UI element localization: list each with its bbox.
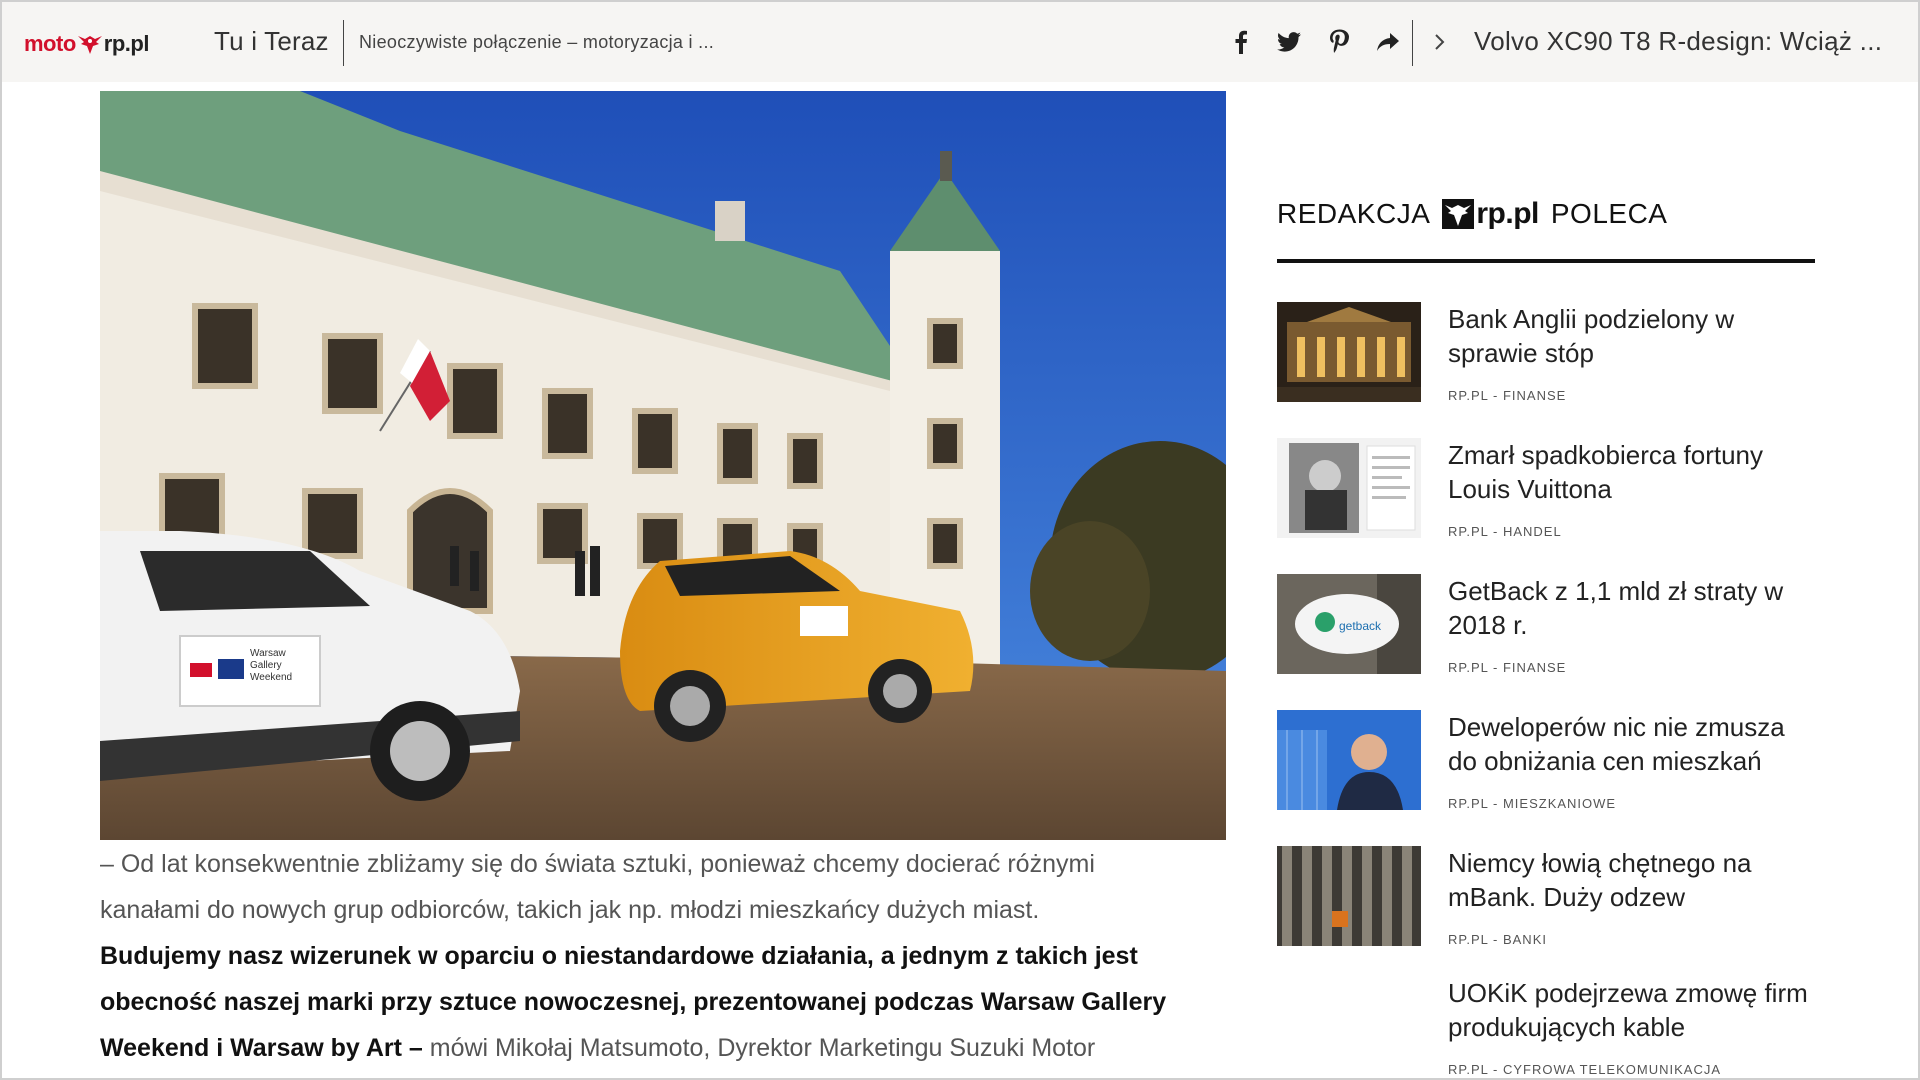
article-bold-inline: Weekend i Warsaw by Art – <box>100 1034 423 1062</box>
recommended-header: REDAKCJA rp.pl POLECA <box>1277 192 1667 236</box>
article-body: – Od lat konsekwentnie zbliżamy się do ś… <box>100 841 1240 1071</box>
logo-rp-text: rp.pl <box>103 31 150 56</box>
thumbnail-developers[interactable] <box>1277 710 1421 810</box>
twitter-icon[interactable] <box>1275 28 1303 56</box>
article-line: Weekend i Warsaw by Art – mówi Mikołaj M… <box>100 1025 1240 1071</box>
recommended-item[interactable]: Deweloperów nic nie zmusza do obniżania … <box>1277 710 1817 820</box>
thumbnail-getback[interactable]: getback <box>1277 574 1421 674</box>
recommended-category: RP.PL - BANKI <box>1448 932 1547 947</box>
recommended-title[interactable]: Deweloperów nic nie zmusza do obniżania … <box>1448 710 1818 778</box>
divider <box>1412 20 1413 66</box>
recommended-item[interactable]: Bank Anglii podzielony w sprawie stóp RP… <box>1277 302 1817 412</box>
recommended-item[interactable]: Zmarł spadkobierca fortuny Louis Vuitton… <box>1277 438 1817 548</box>
article-bold-line: Budujemy nasz wizerunek w oparciu o nies… <box>100 942 1138 970</box>
car-badge-text-3: Weekend <box>250 672 292 683</box>
recommended-category: RP.PL - CYFROWA TELEKOMUNIKACJA <box>1448 1062 1721 1077</box>
rp-brand-text: rp.pl <box>1476 197 1539 230</box>
thumbnail-bank-of-england[interactable] <box>1277 302 1421 402</box>
recommended-item[interactable]: Niemcy łowią chętnego na mBank. Duży odz… <box>1277 846 1817 956</box>
article-line: – Od lat konsekwentnie zbliżamy się do ś… <box>100 850 1095 878</box>
pinterest-icon[interactable] <box>1325 28 1353 56</box>
recommended-title[interactable]: Zmarł spadkobierca fortuny Louis Vuitton… <box>1448 438 1818 506</box>
recommended-title[interactable]: GetBack z 1,1 mld zł straty w 2018 r. <box>1448 574 1818 642</box>
recommended-divider <box>1277 259 1815 263</box>
thumbnail-logo-text: getback <box>1339 619 1382 633</box>
car-badge-text-1: Warsaw <box>250 648 287 659</box>
article-bold-line: obecność naszej marki przy sztuce nowocz… <box>100 988 1167 1016</box>
divider <box>343 20 344 66</box>
eagle-logo-icon <box>1442 199 1475 229</box>
facebook-icon[interactable] <box>1227 28 1255 56</box>
eagle-logo-icon <box>77 36 102 54</box>
recommended-header-right: POLECA <box>1550 198 1668 229</box>
article-line: kanałami do nowych grup odbiorców, takic… <box>100 896 1040 924</box>
current-article-title: Nieoczywiste połączenie – motoryzacja i … <box>359 32 715 52</box>
castle-cars-illustration: Warsaw Gallery Weekend <box>100 91 1226 840</box>
recommended-item[interactable]: UOKiK podejrzewa zmowę firm produkującyc… <box>1277 976 1818 1077</box>
rp-brand-logo[interactable]: rp.pl <box>1442 197 1539 231</box>
recommended-title[interactable]: Bank Anglii podzielony w sprawie stóp <box>1448 302 1818 370</box>
recommended-title[interactable]: UOKiK podejrzewa zmowę firm produkującyc… <box>1448 976 1818 1044</box>
logo-moto-text: moto <box>24 31 76 56</box>
article-main-photo: Warsaw Gallery Weekend <box>100 91 1226 840</box>
thumbnail-vuitton[interactable] <box>1277 438 1421 538</box>
recommended-category: RP.PL - FINANSE <box>1448 660 1567 675</box>
recommended-item[interactable]: getback GetBack z 1,1 mld zł straty w 20… <box>1277 574 1817 684</box>
thumbnail-mbank[interactable] <box>1277 846 1421 946</box>
recommended-title[interactable]: Niemcy łowią chętnego na mBank. Duży odz… <box>1448 846 1818 914</box>
car-badge-text-2: Gallery <box>250 660 282 671</box>
recommended-category: RP.PL - FINANSE <box>1448 388 1567 403</box>
motorp-logo[interactable]: moto rp.pl <box>24 30 149 58</box>
share-icon[interactable] <box>1374 28 1402 56</box>
section-name[interactable]: Tu i Teraz <box>214 26 329 57</box>
recommended-header-left: REDAKCJA <box>1277 198 1431 229</box>
next-article-link[interactable]: Volvo XC90 T8 R-design: Wciąż ... <box>1474 26 1882 57</box>
recommended-category: RP.PL - HANDEL <box>1448 524 1562 539</box>
article-line-rest: mówi Mikołaj Matsumoto, Dyrektor Marketi… <box>422 1034 1096 1062</box>
top-bar: moto rp.pl Tu i Teraz Nieoczywiste połąc… <box>2 2 1918 82</box>
recommended-category: RP.PL - MIESZKANIOWE <box>1448 796 1617 811</box>
chevron-right-icon[interactable] <box>1430 28 1450 56</box>
